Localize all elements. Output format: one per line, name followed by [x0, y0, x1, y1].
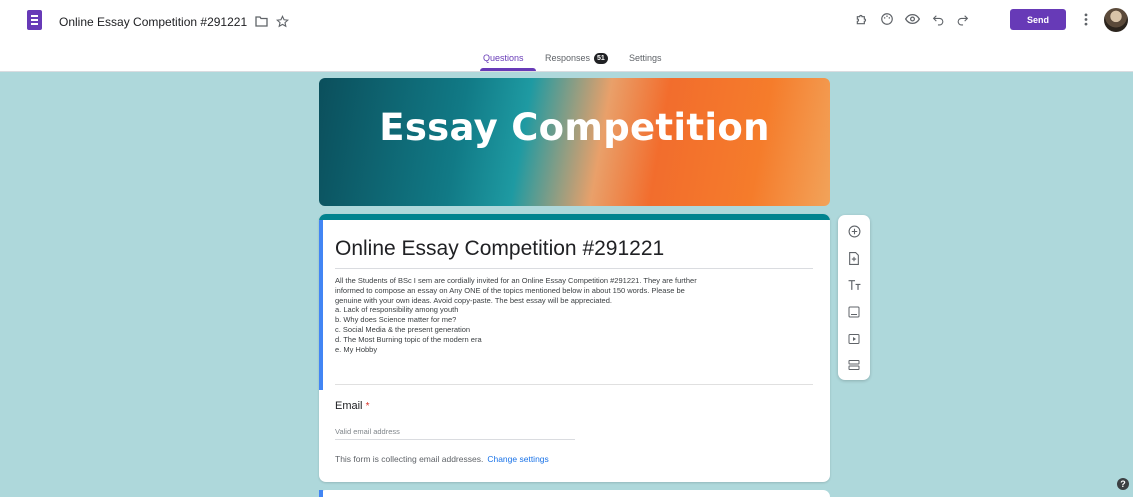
- star-icon[interactable]: [273, 12, 291, 30]
- addon-puzzle-icon[interactable]: [853, 10, 871, 28]
- description-line: a. Lack of responsibility among youth: [335, 305, 459, 315]
- palette-icon[interactable]: [878, 10, 896, 28]
- active-tab-indicator: [480, 68, 536, 71]
- import-questions-icon[interactable]: [846, 250, 862, 266]
- redo-icon[interactable]: [953, 10, 971, 28]
- send-button[interactable]: Send: [1010, 9, 1066, 30]
- add-title-icon[interactable]: [846, 277, 862, 293]
- preview-eye-icon[interactable]: [903, 10, 921, 28]
- tab-questions-label: Questions: [483, 53, 524, 63]
- add-video-icon[interactable]: [846, 331, 862, 347]
- form-description[interactable]: All the Students of BSc I sem are cordia…: [335, 276, 805, 354]
- banner-title: Essay Competition: [379, 106, 770, 149]
- tab-responses-label: Responses: [545, 53, 591, 63]
- description-line: d. The Most Burning topic of the modern …: [335, 334, 482, 344]
- email-collection-note: This form is collecting email addresses.…: [335, 454, 549, 464]
- card-focus-indicator: [319, 220, 323, 390]
- add-section-icon[interactable]: [846, 357, 862, 373]
- add-image-icon[interactable]: [846, 304, 862, 320]
- form-tabs: Questions Responses 51 Settings: [0, 49, 1133, 71]
- tab-questions[interactable]: Questions: [483, 53, 524, 63]
- add-question-icon[interactable]: [846, 223, 862, 239]
- card-top-accent: [319, 214, 830, 220]
- form-title-card[interactable]: Online Essay Competition #291221 All the…: [319, 214, 830, 482]
- collection-note-text: This form is collecting email addresses.: [335, 454, 484, 464]
- header-banner-image: Essay Competition: [319, 78, 830, 206]
- description-line: e. My Hobby: [335, 344, 378, 354]
- form-title[interactable]: Online Essay Competition #291221: [335, 237, 664, 261]
- description-line: All the Students of BSc I sem are cordia…: [335, 276, 697, 285]
- title-underline: [335, 268, 813, 269]
- help-icon[interactable]: ?: [1117, 478, 1129, 490]
- document-title[interactable]: Online Essay Competition #291221: [59, 15, 247, 29]
- section-divider: [335, 384, 813, 385]
- tab-responses[interactable]: Responses 51: [545, 53, 608, 65]
- tab-settings-label: Settings: [629, 53, 662, 63]
- email-field[interactable]: [335, 424, 575, 440]
- top-bar: Online Essay Competition #291221 Send Qu…: [0, 0, 1133, 72]
- question-toolbar: [838, 215, 870, 380]
- email-label-text: Email: [335, 400, 363, 412]
- email-label: Email *: [335, 400, 369, 412]
- change-settings-link[interactable]: Change settings: [487, 454, 548, 464]
- description-line: b. Why does Science matter for me?: [335, 315, 457, 325]
- description-line: genuine with your own ideas. Avoid copy-…: [335, 295, 612, 305]
- description-line: informed to compose an essay on Any ONE …: [335, 285, 685, 295]
- avatar[interactable]: [1104, 8, 1128, 32]
- required-asterisk: *: [365, 401, 370, 412]
- google-forms-icon[interactable]: [27, 10, 42, 30]
- tab-settings[interactable]: Settings: [629, 53, 662, 63]
- responses-count-badge: 51: [594, 53, 608, 65]
- undo-icon[interactable]: [929, 10, 947, 28]
- more-vert-icon[interactable]: [1077, 10, 1095, 28]
- description-line: c. Social Media & the present generation: [335, 324, 471, 334]
- folder-icon[interactable]: [252, 12, 270, 30]
- next-question-card[interactable]: [319, 490, 830, 497]
